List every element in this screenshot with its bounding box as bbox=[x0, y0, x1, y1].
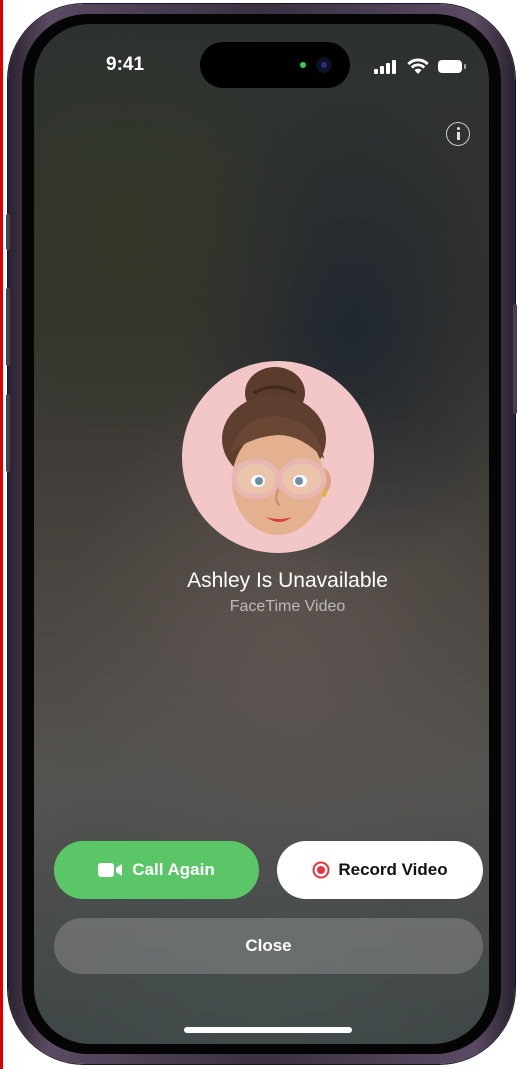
record-icon bbox=[312, 861, 330, 879]
status-time: 9:41 bbox=[106, 54, 145, 75]
camera-indicator-icon bbox=[300, 62, 306, 68]
close-label: Close bbox=[245, 936, 292, 955]
battery-icon bbox=[438, 60, 466, 74]
record-video-label: Record Video bbox=[338, 860, 448, 879]
caller-status-title: Ashley Is Unavailable bbox=[187, 569, 388, 592]
status-icons bbox=[374, 58, 474, 76]
left-edge-line bbox=[0, 0, 3, 1069]
side-button bbox=[513, 304, 517, 414]
signal-icon bbox=[374, 60, 396, 74]
home-indicator[interactable] bbox=[184, 1027, 352, 1033]
video-camera-icon bbox=[98, 863, 123, 877]
front-camera-icon bbox=[316, 57, 332, 73]
memoji-avatar bbox=[222, 367, 331, 535]
caller-avatar bbox=[182, 361, 374, 553]
facetime-screen: 9:41 Ashley Is Unavailable FaceTime Vide… bbox=[34, 24, 489, 1044]
volume-down-button bbox=[6, 394, 10, 472]
close-button[interactable]: Close bbox=[54, 918, 483, 974]
call-again-label: Call Again bbox=[132, 860, 215, 879]
record-video-button[interactable]: Record Video bbox=[277, 841, 483, 899]
dynamic-island bbox=[200, 42, 350, 88]
info-icon bbox=[456, 127, 460, 130]
action-button bbox=[6, 214, 10, 250]
volume-up-button bbox=[6, 288, 10, 366]
call-again-button[interactable]: Call Again bbox=[54, 841, 259, 899]
info-button[interactable] bbox=[446, 122, 470, 146]
wifi-icon bbox=[407, 58, 429, 74]
call-type-label: FaceTime Video bbox=[229, 598, 346, 615]
